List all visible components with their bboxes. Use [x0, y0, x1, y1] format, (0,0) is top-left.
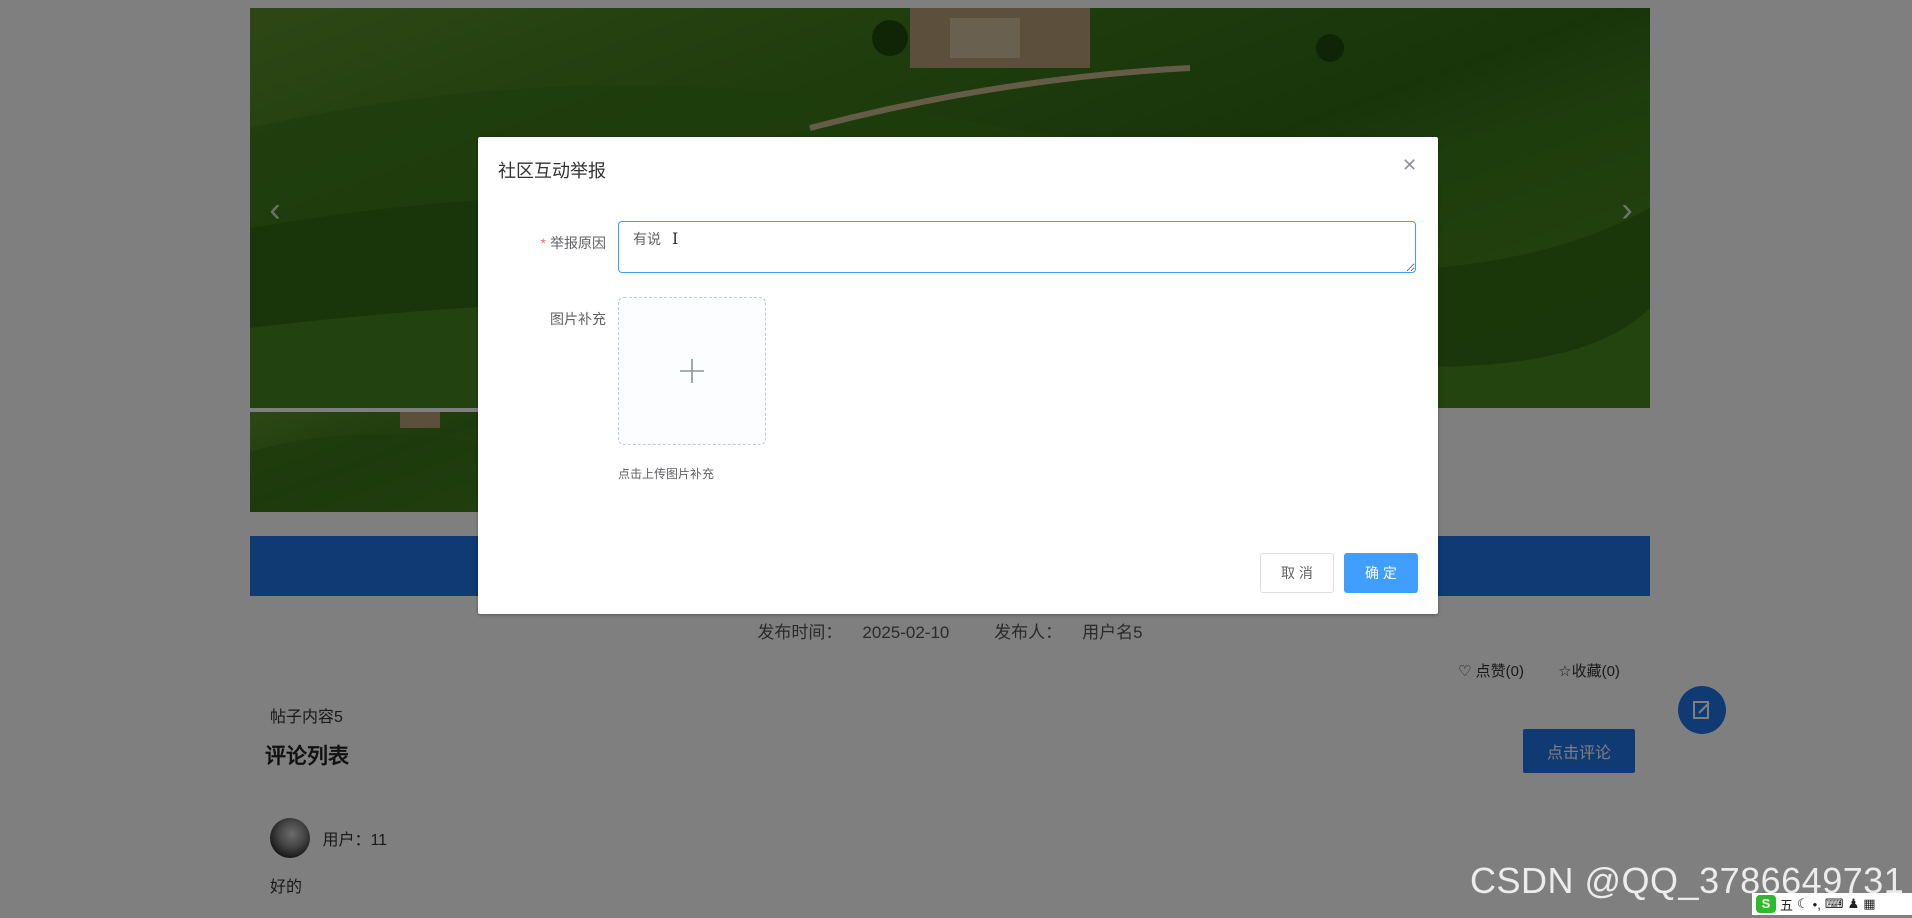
image-upload[interactable] — [618, 297, 766, 445]
ime-mode[interactable]: 五 — [1780, 895, 1793, 914]
keyboard-icon[interactable]: ⌨ — [1825, 896, 1844, 912]
ime-tray[interactable]: S 五 ☾ •, ⌨ ♟ ▦ — [1752, 893, 1912, 915]
dialog-title: 社区互动举报 — [498, 161, 606, 181]
required-mark: * — [540, 235, 546, 251]
report-dialog: 社区互动举报 ✕ * 举报原因 有说 I 图片补充 点击上传图片补充 取 消 确 … — [478, 137, 1438, 614]
punctuation-icon[interactable]: •, — [1813, 897, 1821, 912]
moon-icon[interactable]: ☾ — [1797, 896, 1809, 912]
reason-label: 举报原因 — [550, 235, 606, 251]
report-reason-textarea[interactable]: 有说 — [618, 221, 1416, 273]
reason-label-wrap: * 举报原因 — [496, 233, 606, 253]
upload-tip: 点击上传图片补充 — [618, 467, 715, 481]
user-icon[interactable]: ♟ — [1848, 896, 1860, 912]
sogou-icon[interactable]: S — [1756, 895, 1776, 913]
image-label: 图片补充 — [550, 311, 606, 327]
confirm-button[interactable]: 确 定 — [1344, 553, 1418, 593]
grid-icon[interactable]: ▦ — [1863, 896, 1875, 912]
text-cursor-icon: I — [672, 229, 679, 248]
plus-icon — [680, 359, 704, 383]
close-icon[interactable]: ✕ — [1402, 155, 1417, 176]
cancel-button[interactable]: 取 消 — [1260, 553, 1334, 593]
